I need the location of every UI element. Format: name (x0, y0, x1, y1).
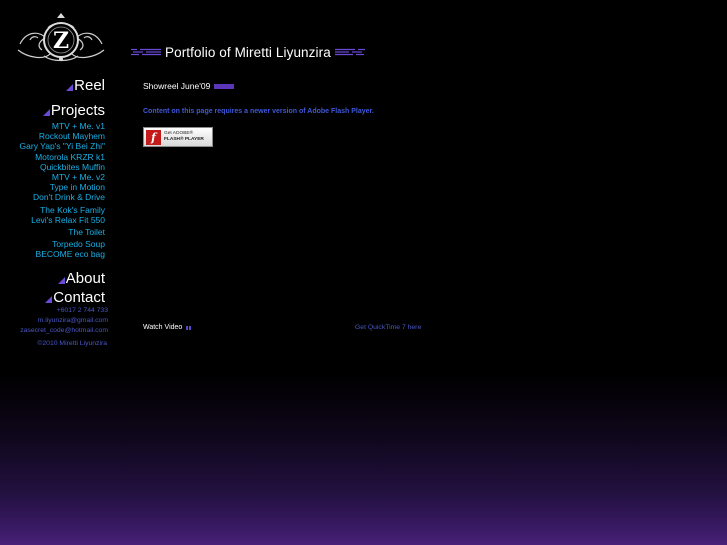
get-flash-player-button[interactable]: f Get ADOBE® FLASH® PLAYER (143, 127, 213, 147)
triangle-icon (66, 84, 74, 91)
page-header: Portfolio of Miretti Liyunzira (131, 42, 365, 62)
contact-info: +6017 2 744 733 m.liyunzira@gmail.com za… (20, 306, 108, 336)
contact-email-hotmail[interactable]: zasecret_code@hotmail.com (20, 326, 108, 336)
quicktime-link[interactable]: Get QuickTime 7 here (355, 324, 421, 331)
nav-reel-label: Reel (74, 77, 105, 94)
play-arrows-icon (186, 325, 192, 330)
nav-about[interactable]: About (57, 270, 105, 287)
ornate-z-crest-icon: Z (17, 13, 105, 62)
contact-phone: +6017 2 744 733 (56, 307, 108, 314)
project-link[interactable]: MTV + Me. v2 (20, 172, 105, 182)
svg-text:Z: Z (53, 28, 69, 54)
project-link[interactable]: BECOME eco bag (20, 249, 105, 259)
flash-badge-text: Get ADOBE® FLASH® PLAYER (164, 131, 204, 143)
triangle-icon (42, 109, 50, 116)
watch-video-label: Watch Video (143, 324, 183, 331)
nav-projects[interactable]: Projects (42, 102, 105, 119)
showreel-label: Showreel June'09 (143, 81, 211, 91)
triangle-icon (57, 277, 65, 284)
triangle-icon (45, 296, 53, 303)
nav-reel[interactable]: Reel (66, 77, 105, 94)
project-link[interactable]: The Kok's Family (20, 205, 105, 215)
contact-email-gmail[interactable]: m.liyunzira@gmail.com (20, 316, 108, 326)
watch-video-link[interactable]: Watch Video (143, 324, 192, 331)
project-link[interactable]: The Toilet (20, 227, 105, 237)
nav-contact[interactable]: Contact (45, 289, 105, 306)
project-link[interactable]: Quickbites Muffin (20, 162, 105, 172)
flash-required-message: Content on this page requires a newer ve… (143, 108, 374, 115)
heading-bar (214, 83, 235, 89)
project-link[interactable]: MTV + Me. v1 (20, 121, 105, 131)
nav-contact-label: Contact (53, 289, 105, 306)
flash-badge-line2: FLASH® PLAYER (164, 137, 204, 142)
showreel-heading: Showreel June'09 (143, 81, 235, 91)
project-link[interactable]: Levi's Relax Fit 550 (20, 215, 105, 225)
project-link[interactable]: Type in Motion (20, 182, 105, 192)
dashes-left-icon (131, 48, 161, 56)
nav-about-label: About (65, 270, 105, 287)
project-link[interactable]: Torpedo Soup (20, 239, 105, 249)
project-list: MTV + Me. v1 Rockout Mayhem Gary Yap's "… (20, 121, 105, 260)
nav-projects-label: Projects (50, 102, 105, 119)
flash-logo-icon: f (146, 129, 161, 145)
project-link[interactable]: Don't Drink & Drive (20, 192, 105, 202)
page-title: Portfolio of Miretti Liyunzira (165, 44, 331, 60)
project-link[interactable]: Rockout Mayhem (20, 131, 105, 141)
copyright: ©2010 Miretti Liyunzira (37, 340, 107, 347)
dashes-right-icon (334, 48, 365, 56)
project-link[interactable]: Motorola KRZR k1 (20, 152, 105, 162)
project-link[interactable]: Gary Yap's "Yi Bei Zhi" (20, 141, 105, 151)
logo[interactable]: Z (16, 10, 106, 64)
